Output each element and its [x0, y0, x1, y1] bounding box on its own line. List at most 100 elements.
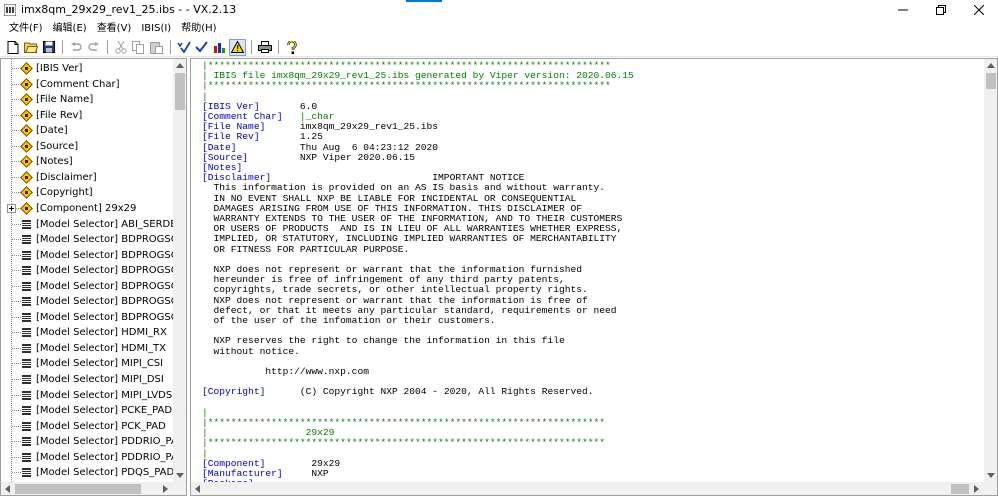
tree-item-label: [Model Selector] MIPI_DSI	[36, 374, 164, 385]
tree-item-label: [File Rev]	[36, 109, 83, 121]
model-chip-icon	[21, 421, 32, 432]
help-button[interactable]	[283, 39, 300, 56]
save-button[interactable]	[40, 39, 57, 56]
chip-pin-line	[21, 441, 32, 443]
tree-item[interactable]: [Model Selector] PDDRIO_PAD	[1, 434, 173, 449]
scroll-left-icon	[5, 485, 10, 493]
menu-ibis[interactable]: IBIS(I)	[136, 19, 176, 38]
editor-text-area[interactable]: |***************************************…	[202, 61, 984, 482]
tree-item[interactable]: [Model Selector] BDPROGSCA	[1, 248, 173, 263]
restore-button[interactable]	[922, 0, 960, 19]
tree-item[interactable]: [Source]	[1, 139, 173, 154]
chip-pin-line	[21, 379, 32, 380]
redo-button[interactable]	[85, 39, 102, 56]
cut-button[interactable]	[112, 39, 129, 56]
expand-icon[interactable]	[7, 203, 16, 213]
tree-branch-line	[12, 441, 21, 443]
keyword-token: [Copyright]	[202, 386, 266, 398]
tree-vertical-scroll-thumb[interactable]	[175, 73, 185, 110]
chip-shape	[21, 421, 32, 431]
tree-vertical-scrollbar[interactable]	[173, 59, 186, 482]
tree-item[interactable]: [Disclaimer]	[1, 170, 173, 185]
diamond-dot	[25, 206, 28, 210]
tree-item[interactable]: [IBIS Ver]	[1, 61, 173, 76]
tree-item[interactable]: [Model Selector] PDDRIO_PAD	[1, 450, 173, 465]
tree-item[interactable]: [Notes]	[1, 154, 173, 169]
tree-horizontal-scroll-thumb[interactable]	[15, 484, 141, 494]
tree-item[interactable]: [Model Selector] BDPROGSCR	[1, 279, 173, 294]
warning-button[interactable]	[229, 38, 246, 56]
chip-pin-line	[21, 283, 32, 285]
chip-pin-line	[21, 221, 32, 223]
tree-item-label: [Model Selector] BDPROGSCU	[36, 311, 173, 323]
tree-item[interactable]: [Model Selector] HDMI_RX	[1, 325, 173, 340]
tree-branch-line	[12, 285, 21, 287]
tree-panel: [IBIS Ver] [Comment Char] [File Name] [File…	[0, 58, 187, 496]
editor-horizontal-scrollbar[interactable]	[191, 482, 984, 495]
diamond-dot	[25, 82, 28, 86]
open-button[interactable]	[22, 39, 39, 56]
tree-item[interactable]: [Model Selector] PDQS_PAD	[1, 465, 173, 480]
chip-pin-line	[21, 241, 32, 243]
tree-horizontal-scrollbar[interactable]	[1, 482, 173, 495]
tree-branch-line	[12, 270, 21, 272]
tree-item-label: [Model Selector] BDPROGSCU	[36, 296, 173, 308]
print-button[interactable]	[256, 39, 273, 56]
tree-item-label: [IBIS Ver]	[36, 63, 83, 74]
chip-pin-line	[21, 474, 32, 476]
tree-item[interactable]: [Model Selector] BDPROGSCR	[1, 263, 173, 278]
editor-horizontal-scroll-thumb[interactable]	[951, 484, 969, 494]
tree-item[interactable]: [Date]	[1, 123, 173, 138]
tree-item-label: [Model Selector] PDDRIO_PAD	[36, 436, 173, 448]
chart-button[interactable]	[211, 39, 228, 56]
tree-item[interactable]: [Model Selector] BDPROGSCU	[1, 294, 173, 309]
tree-item[interactable]: [Model Selector] ABI_SERDES	[1, 217, 173, 232]
tree-item[interactable]: [Model Selector] HDMI_TX	[1, 341, 173, 356]
scroll-left-icon	[195, 485, 200, 493]
chip-shape	[21, 343, 32, 353]
chip-pin-line	[21, 361, 32, 363]
tree-item[interactable]: [Comment Char]	[1, 77, 173, 92]
tree-item[interactable]: [File Rev]	[1, 108, 173, 123]
editor-panel[interactable]: |***************************************…	[190, 58, 998, 496]
tree-branch-line	[12, 379, 21, 380]
tree-item[interactable]: [Model Selector] MIPI_DSI	[1, 372, 173, 387]
tree-item-label: [Comment Char]	[36, 78, 120, 90]
editor-line: of the user of the infomation or their c…	[202, 315, 496, 326]
tree-item[interactable]: [Component] 29x29	[1, 201, 173, 216]
menu-view[interactable]: 查看(V)	[92, 19, 137, 38]
undo-button[interactable]	[67, 39, 84, 56]
editor-vertical-scrollbar[interactable]	[984, 59, 997, 482]
paste-button[interactable]	[148, 39, 165, 56]
chip-pin-line	[21, 470, 32, 472]
editor-line: OR FITNESS FOR PARTICULAR PURPOSE.	[202, 244, 410, 255]
copy-button[interactable]	[130, 39, 147, 56]
check-syntax-button[interactable]	[175, 39, 192, 56]
chip-shape	[21, 468, 32, 478]
keyword-diamond-icon	[20, 170, 33, 184]
minimize-button[interactable]	[884, 0, 922, 19]
tree-item[interactable]: [Model Selector] MIPI_LVDS	[1, 388, 173, 403]
tree-item[interactable]: [Copyright]	[1, 185, 173, 200]
diamond-dot	[25, 98, 28, 102]
tree-item[interactable]: [Model Selector] PCKE_PAD	[1, 403, 173, 418]
chip-pin-line	[21, 301, 32, 303]
chip-pin-line	[21, 363, 32, 365]
menu-bar: 文件(F) 编辑(E) 查看(V) IBIS(I) 帮助(H)	[0, 19, 998, 38]
verify-button[interactable]	[193, 39, 210, 56]
editor-vertical-scroll-thumb[interactable]	[986, 73, 996, 89]
tree-branch-line	[12, 332, 21, 334]
tree-item[interactable]: [Model Selector] BDPROGSCA	[1, 232, 173, 247]
chip-shape	[21, 297, 32, 307]
text-token: (C) Copyright NXP 2004 - 2020, All Right…	[265, 386, 594, 398]
menu-help[interactable]: 帮助(H)	[176, 19, 221, 38]
menu-edit[interactable]: 编辑(E)	[48, 19, 92, 38]
tree-item[interactable]: [Model Selector] PCK_PAD	[1, 419, 173, 434]
tree-item[interactable]: [File Name]	[1, 92, 173, 107]
new-file-button[interactable]	[4, 39, 21, 56]
close-button[interactable]	[960, 0, 998, 19]
chip-pin-line	[21, 472, 32, 474]
menu-file[interactable]: 文件(F)	[4, 19, 48, 38]
tree-item[interactable]: [Model Selector] BDPROGSCU	[1, 310, 173, 325]
tree-item[interactable]: [Model Selector] MIPI_CSI	[1, 356, 173, 371]
